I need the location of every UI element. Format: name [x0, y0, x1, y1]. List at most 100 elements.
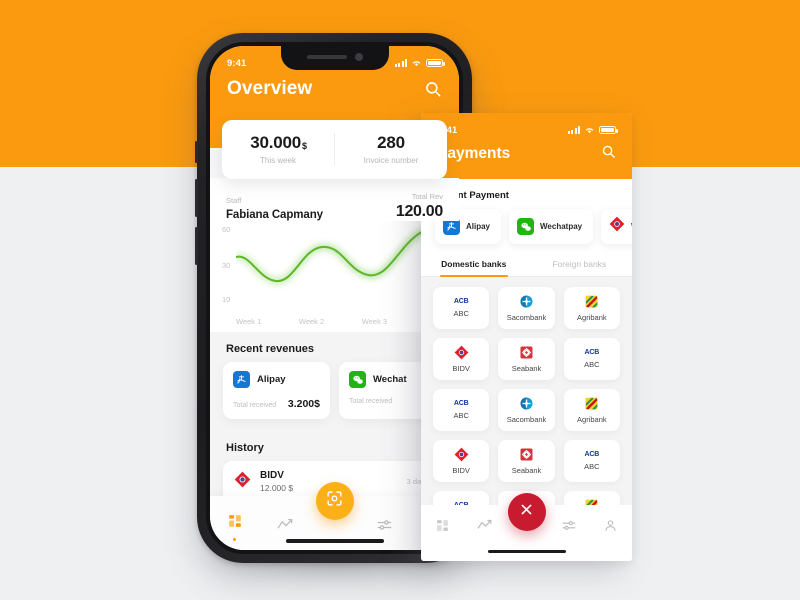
- wechat-icon: [349, 371, 366, 388]
- home-indicator: [285, 539, 384, 543]
- history-item-amount: 12.000 $: [260, 483, 294, 493]
- home-indicator: [487, 549, 566, 553]
- search-icon[interactable]: [424, 80, 442, 98]
- tab-scan-placeholder: [310, 519, 360, 527]
- grid-icon: [228, 514, 242, 533]
- bank-name: ABC: [453, 411, 469, 420]
- bank-cell[interactable]: ACB ABC: [563, 338, 620, 380]
- tab-dashboard[interactable]: [210, 506, 260, 541]
- device-notch: [280, 46, 389, 70]
- bank-cell[interactable]: Seabank: [498, 338, 555, 380]
- battery-icon: [599, 125, 618, 135]
- scan-fab-button[interactable]: [315, 482, 354, 520]
- staff-label: Staff: [226, 196, 242, 205]
- battery-icon: [426, 58, 445, 68]
- status-indicators: [568, 122, 618, 135]
- total-revenue-label: Total Rev: [411, 192, 443, 201]
- status-indicators: [395, 55, 445, 68]
- y-tick-30: 30: [222, 261, 231, 270]
- cellular-signal-icon: [395, 59, 407, 67]
- person-icon: [604, 519, 617, 537]
- bank-name: BIDV: [452, 364, 470, 373]
- trend-icon: [477, 519, 492, 537]
- bank-cell[interactable]: ACB ABC: [433, 287, 490, 329]
- bank-cell[interactable]: Agribank: [563, 389, 620, 431]
- revenue-card-amount: 3.200$: [287, 398, 320, 410]
- chart-x-axis: Week 1 Week 2 Week 3 Week 4: [236, 317, 450, 326]
- close-fab-button[interactable]: [507, 493, 546, 531]
- revenue-card-label: Total received: [349, 398, 393, 405]
- bank-name: Sacombank: [506, 415, 547, 424]
- staff-revenue-row: Staff Fabiana Capmany Total Rev 120.00: [210, 178, 459, 221]
- acb-icon: ACB: [453, 400, 469, 407]
- sacombank-icon: [520, 397, 533, 410]
- bank-name: Seabank: [511, 466, 542, 475]
- tab-filters[interactable]: [359, 510, 409, 537]
- bank-cell[interactable]: Sacombank: [498, 287, 555, 329]
- sacombank-icon: [520, 295, 533, 308]
- device-volume-down-button: [195, 227, 198, 265]
- x-tick: Week 3: [361, 317, 388, 326]
- earpiece-speaker: [306, 55, 347, 59]
- revenue-card-label: Total received: [233, 402, 277, 409]
- stat-value: 30.000$: [250, 133, 307, 152]
- agribank-icon: [585, 295, 598, 308]
- stat-label: This week: [259, 156, 296, 165]
- bank-category-tabs: Domestic banks Foreign banks: [421, 255, 632, 277]
- bank-name: ABC: [584, 462, 600, 471]
- tab-analytics[interactable]: [463, 519, 505, 547]
- device-volume-up-button: [195, 179, 198, 217]
- bidv-icon: [454, 345, 469, 360]
- revenue-card-alipay[interactable]: Alipay Total received 3.200$: [223, 362, 330, 419]
- page-title: Payments: [437, 145, 511, 162]
- scan-icon: [326, 490, 343, 512]
- bank-cell[interactable]: Agribank: [563, 287, 620, 329]
- bank-cell[interactable]: ACB ABC: [563, 440, 620, 482]
- revenue-card-name: Wechat: [373, 374, 407, 385]
- wifi-icon: [411, 59, 422, 67]
- history-item-name: BIDV: [260, 470, 284, 481]
- cellular-signal-icon: [568, 126, 580, 134]
- bank-name: Agribank: [577, 415, 607, 424]
- summary-stat-card: 30.000$ This week 280 Invoice number: [222, 120, 447, 179]
- bank-name: Sacombank: [506, 313, 547, 322]
- bidv-icon: [609, 216, 625, 237]
- payments-header: 9:41 Payments: [421, 113, 632, 179]
- payment-chip-wechatpay[interactable]: Wechatpay: [509, 209, 594, 244]
- sliders-icon: [377, 518, 392, 537]
- tab-foreign-banks[interactable]: Foreign banks: [527, 255, 633, 276]
- tab-analytics[interactable]: [260, 510, 310, 537]
- search-icon[interactable]: [601, 144, 616, 164]
- staff-name: Fabiana Capmany: [226, 209, 323, 221]
- device-mute-switch: [195, 141, 198, 163]
- tab-dashboard[interactable]: [421, 519, 463, 547]
- bank-name: Agribank: [577, 313, 607, 322]
- seabank-icon: [520, 346, 533, 359]
- bank-name: ABC: [584, 360, 600, 369]
- wechat-icon: [517, 218, 535, 235]
- page-title: Overview: [227, 78, 313, 99]
- bank-cell[interactable]: BIDV: [433, 440, 490, 482]
- bank-cell[interactable]: BIDV: [433, 338, 490, 380]
- acb-icon: ACB: [584, 349, 600, 356]
- bank-name: Seabank: [511, 364, 542, 373]
- front-camera: [354, 53, 363, 61]
- payment-chip-label: W: [631, 222, 632, 231]
- stat-invoice-number: 280 Invoice number: [334, 133, 447, 165]
- stat-this-week: 30.000$ This week: [222, 133, 334, 165]
- payment-chip-third[interactable]: W: [601, 209, 632, 244]
- status-bar-payments: 9:41: [421, 113, 632, 143]
- bank-cell[interactable]: Sacombank: [498, 389, 555, 431]
- sliders-icon: [562, 519, 576, 537]
- seabank-icon: [520, 448, 533, 461]
- bidv-icon: [234, 471, 251, 493]
- y-tick-10: 10: [222, 295, 231, 304]
- tab-domestic-banks[interactable]: Domestic banks: [421, 255, 527, 277]
- agribank-icon: [585, 397, 598, 410]
- wifi-icon: [584, 126, 595, 134]
- tab-profile[interactable]: [590, 519, 632, 547]
- stat-currency: $: [301, 141, 307, 151]
- bank-cell[interactable]: Seabank: [498, 440, 555, 482]
- bank-cell[interactable]: ACB ABC: [433, 389, 490, 431]
- tab-filters[interactable]: [548, 519, 590, 547]
